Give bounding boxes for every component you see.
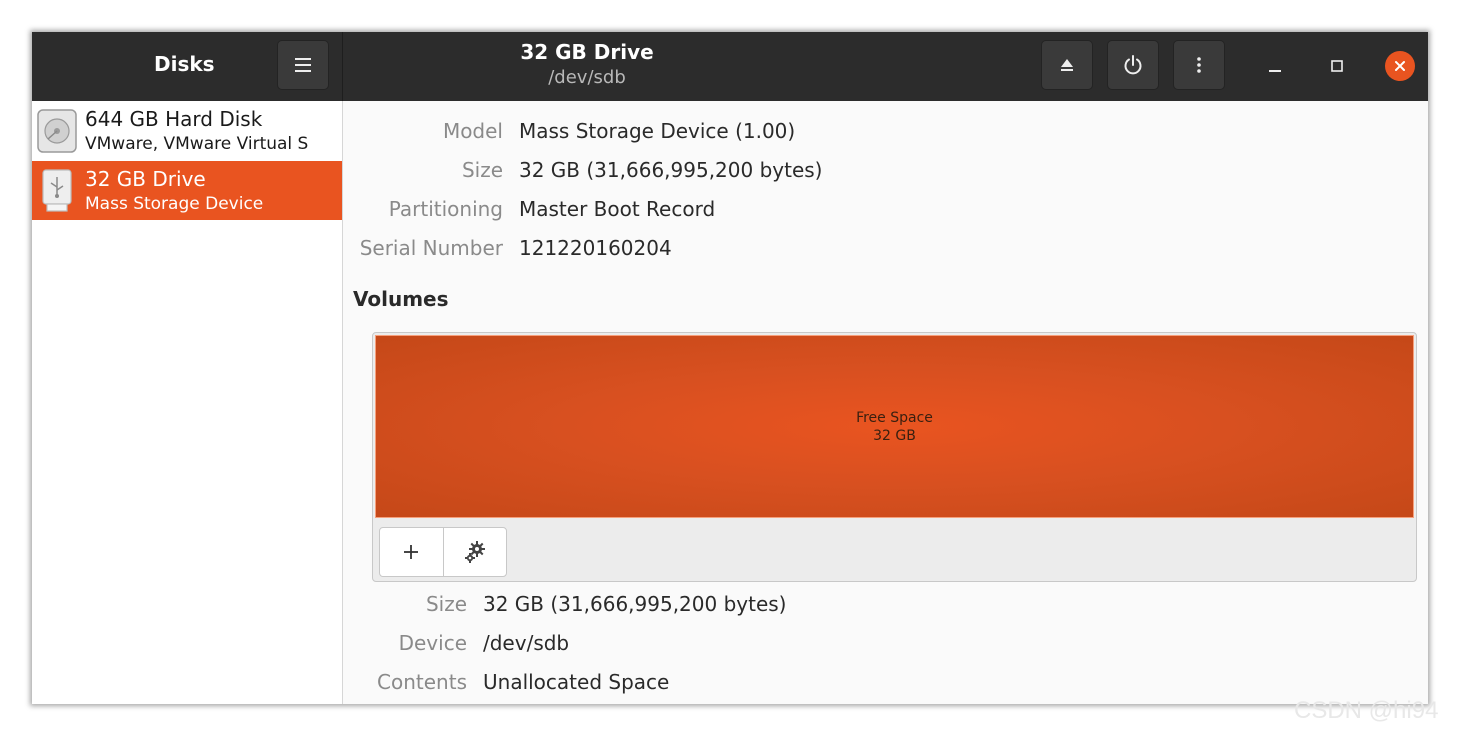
disk-name: 644 GB Hard Disk bbox=[85, 107, 263, 131]
model-label: Model bbox=[442, 119, 503, 143]
serial-number-label: Serial Number bbox=[359, 236, 503, 260]
close-button[interactable] bbox=[1384, 50, 1416, 82]
disks-window: Disks 32 GB Drive /dev/sdb 644 GB Hard D… bbox=[32, 32, 1428, 704]
contents-label: Contents bbox=[377, 670, 467, 694]
gears-icon bbox=[464, 541, 485, 563]
disk-item-usb-drive[interactable]: 32 GB Drive Mass Storage Device bbox=[32, 161, 342, 220]
header-left: Disks bbox=[32, 32, 343, 101]
window-title: 32 GB Drive bbox=[520, 40, 654, 64]
disk-list-sidebar: 644 GB Hard Disk VMware, VMware Virtual … bbox=[32, 101, 343, 704]
more-options-button[interactable] bbox=[1173, 40, 1225, 90]
free-space-segment[interactable]: Free Space 32 GB bbox=[375, 335, 1414, 518]
device-label: Device bbox=[398, 631, 467, 655]
device-value: /dev/sdb bbox=[483, 631, 570, 655]
volume-toolbar bbox=[379, 527, 507, 577]
vertical-ellipsis-icon bbox=[1197, 57, 1201, 73]
disk-subtitle: Mass Storage Device bbox=[85, 194, 264, 214]
minimize-button[interactable] bbox=[1259, 50, 1291, 82]
plus-icon bbox=[404, 545, 419, 559]
window-title-block: 32 GB Drive /dev/sdb bbox=[342, 40, 832, 88]
volumes-graphic: Free Space 32 GB bbox=[372, 332, 1417, 582]
minimize-icon bbox=[1269, 70, 1281, 72]
volumes-heading: Volumes bbox=[353, 287, 449, 311]
menu-button[interactable] bbox=[277, 40, 329, 90]
maximize-button[interactable] bbox=[1321, 50, 1353, 82]
serial-number-value: 121220160204 bbox=[519, 236, 672, 260]
hamburger-menu-icon bbox=[295, 58, 311, 72]
close-icon bbox=[1395, 61, 1405, 71]
partition-settings-button[interactable] bbox=[442, 528, 507, 576]
partitioning-label: Partitioning bbox=[388, 197, 503, 221]
app-title: Disks bbox=[154, 52, 215, 76]
segment-name: Free Space bbox=[856, 409, 933, 426]
partitioning-value: Master Boot Record bbox=[519, 197, 716, 221]
watermark: CSDN @hi94 bbox=[1294, 697, 1439, 724]
disk-subtitle: VMware, VMware Virtual S bbox=[85, 134, 309, 154]
eject-button[interactable] bbox=[1041, 40, 1093, 90]
power-icon bbox=[1124, 55, 1142, 75]
segment-size: 32 GB bbox=[873, 427, 916, 444]
size-label: Size bbox=[461, 158, 503, 182]
create-partition-button[interactable] bbox=[380, 528, 443, 576]
model-value: Mass Storage Device (1.00) bbox=[519, 119, 796, 143]
header-bar: Disks 32 GB Drive /dev/sdb bbox=[32, 32, 1428, 101]
eject-icon bbox=[1061, 59, 1073, 71]
maximize-icon bbox=[1331, 60, 1343, 72]
contents-value: Unallocated Space bbox=[483, 670, 670, 694]
page: Disks 32 GB Drive /dev/sdb 644 GB Hard D… bbox=[0, 0, 1460, 737]
disk-item-hard-disk[interactable]: 644 GB Hard Disk VMware, VMware Virtual … bbox=[32, 101, 342, 160]
drive-details-panel: Model Mass Storage Device (1.00) Size 32… bbox=[343, 101, 1428, 704]
volume-size-value: 32 GB (31,666,995,200 bytes) bbox=[483, 592, 787, 616]
close-circle bbox=[1385, 51, 1415, 81]
disk-name: 32 GB Drive bbox=[85, 167, 206, 191]
window-subtitle: /dev/sdb bbox=[548, 67, 626, 88]
power-off-button[interactable] bbox=[1107, 40, 1159, 90]
usb-drive-icon bbox=[42, 169, 72, 212]
size-value: 32 GB (31,666,995,200 bytes) bbox=[519, 158, 823, 182]
volume-size-label: Size bbox=[425, 592, 467, 616]
hard-disk-icon bbox=[37, 109, 77, 153]
